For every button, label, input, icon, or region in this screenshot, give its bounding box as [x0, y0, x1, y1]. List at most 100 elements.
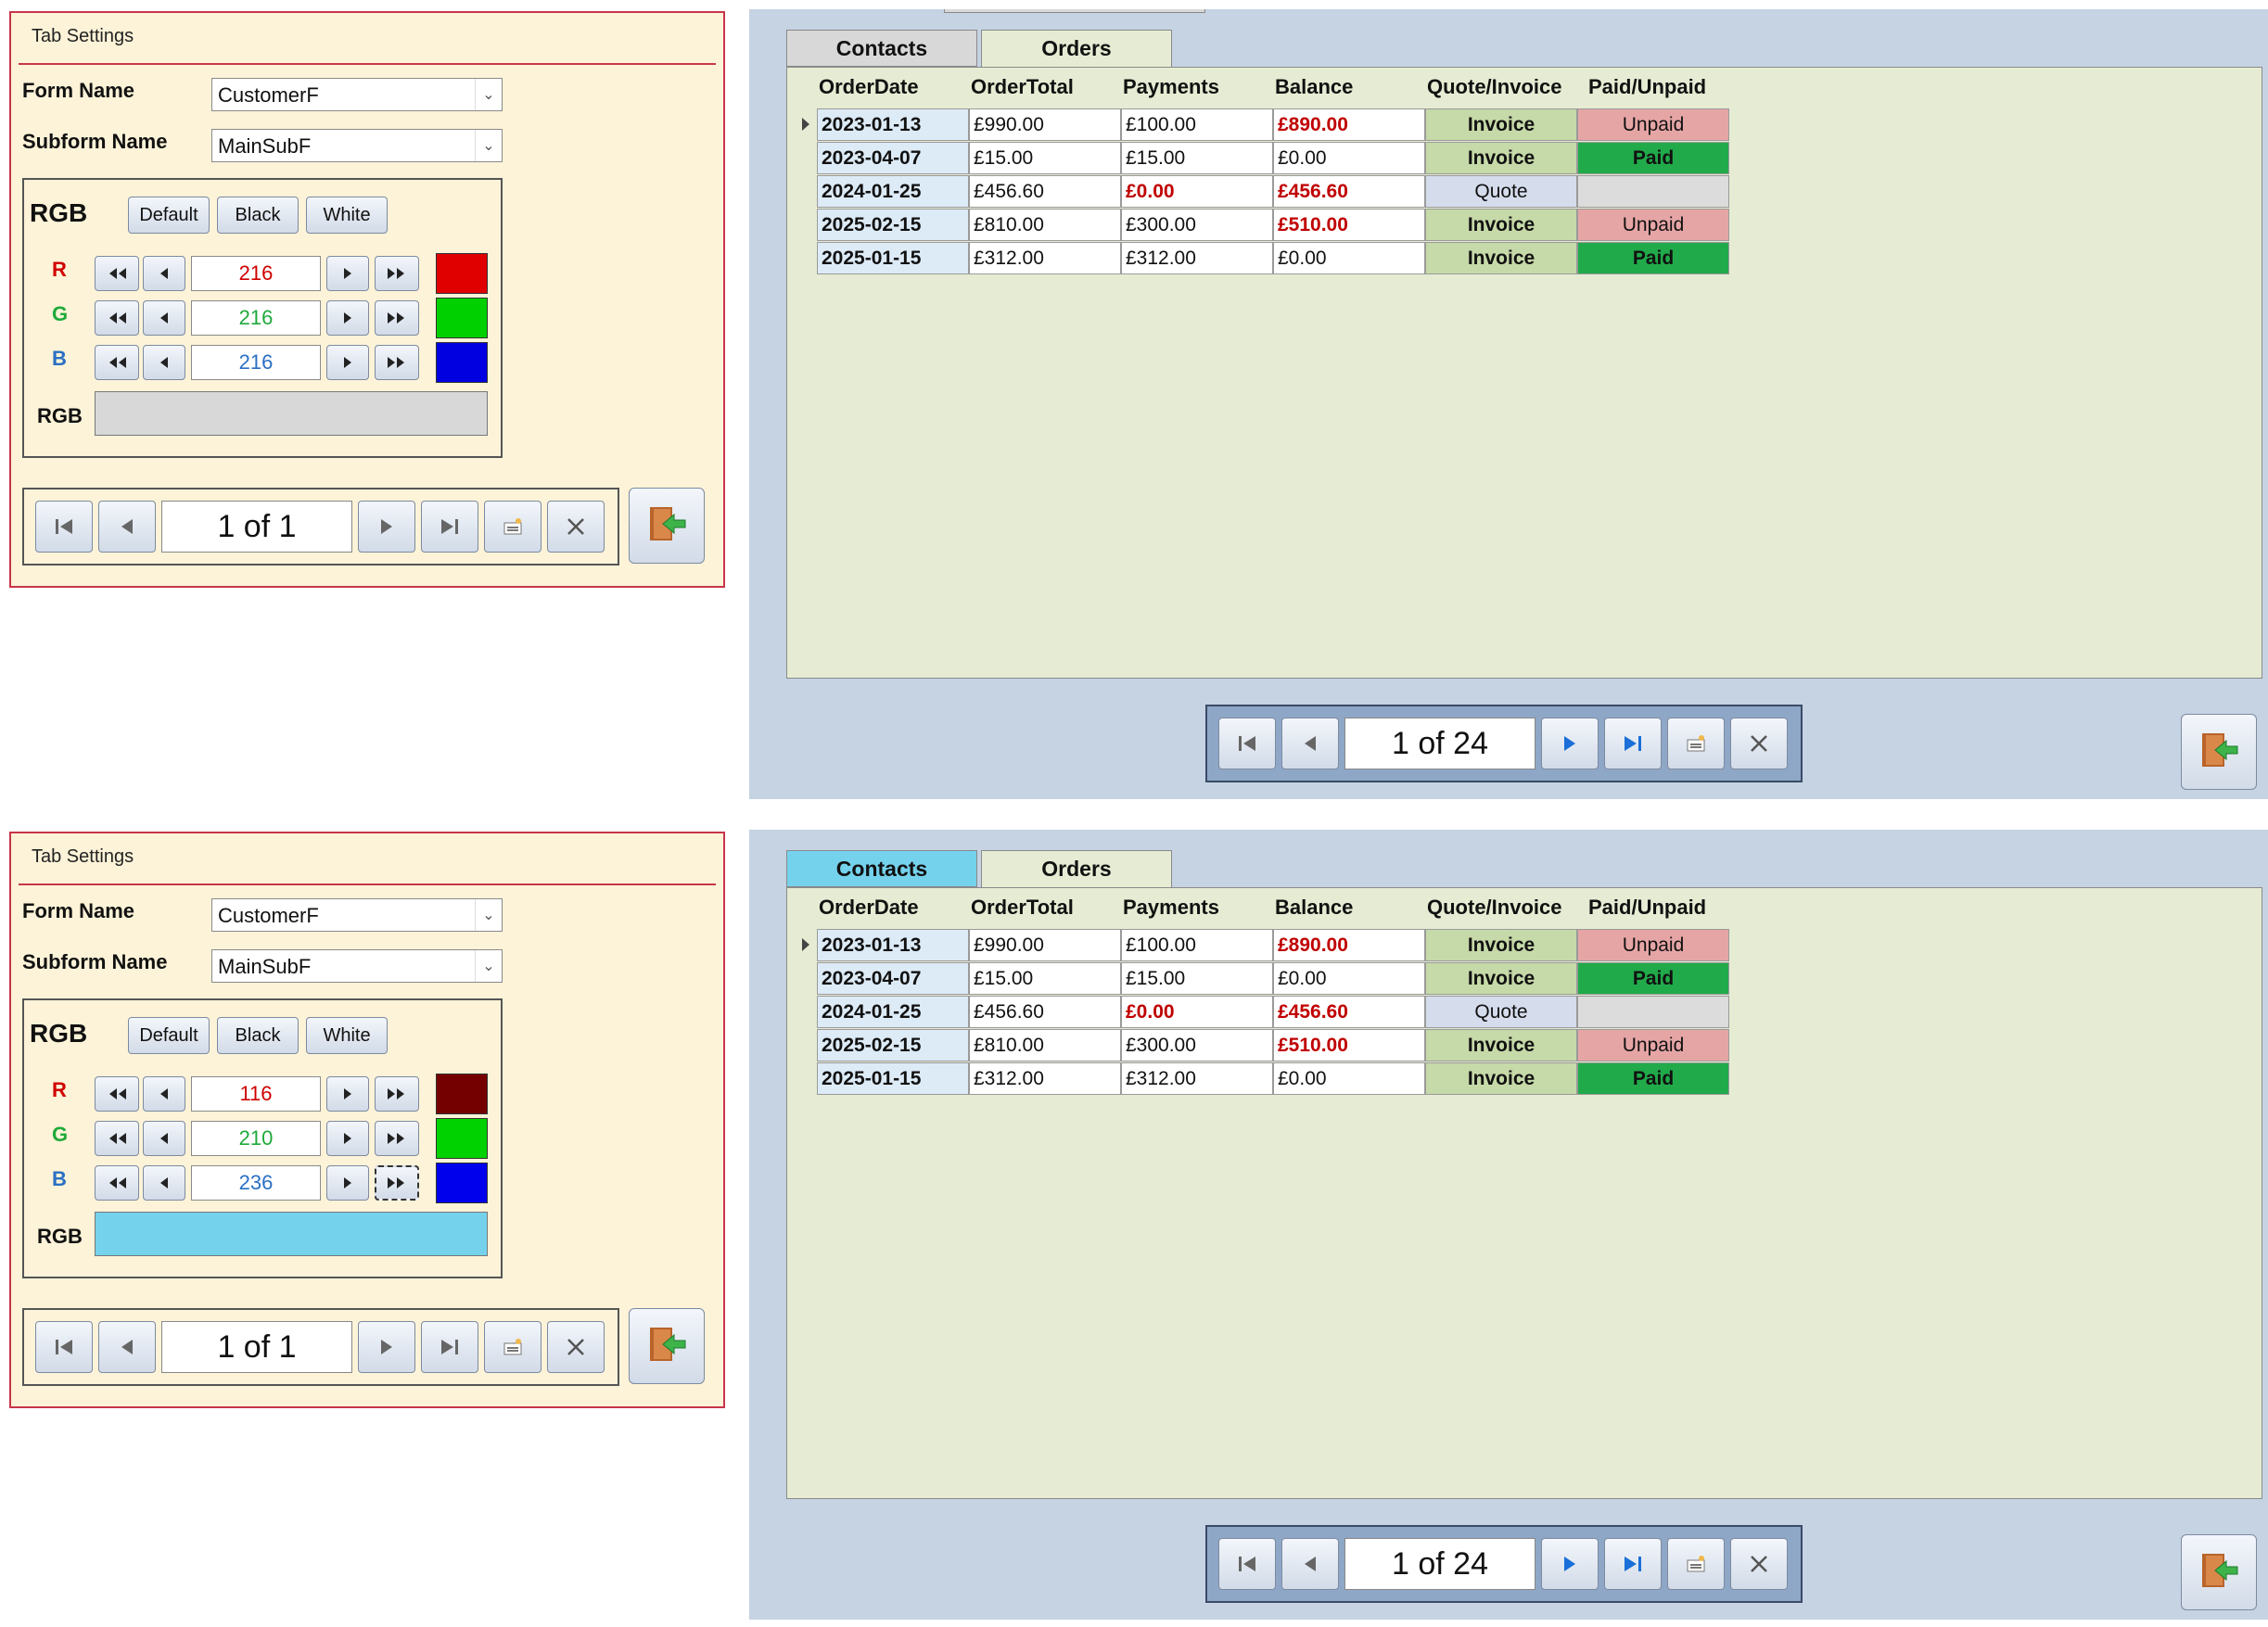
r-increase-button[interactable]: [326, 256, 369, 291]
r-increase-button[interactable]: [326, 1076, 369, 1112]
cell-payments[interactable]: £100.00: [1121, 108, 1273, 141]
record-selector-icon[interactable]: [796, 929, 815, 961]
cell-ordertotal[interactable]: £810.00: [969, 209, 1121, 241]
b-decrease-fast-button[interactable]: [95, 345, 139, 380]
g-decrease-button[interactable]: [143, 300, 185, 336]
b-increase-fast-button[interactable]: [375, 1165, 419, 1201]
cell-quote-invoice[interactable]: Invoice: [1425, 1062, 1577, 1095]
cell-paid-unpaid[interactable]: Unpaid: [1577, 929, 1729, 961]
cell-paid-unpaid[interactable]: Paid: [1577, 142, 1729, 174]
cell-ordertotal[interactable]: £810.00: [969, 1029, 1121, 1061]
b-increase-button[interactable]: [326, 345, 369, 380]
exit-button[interactable]: [2181, 714, 2257, 790]
previous-record-button[interactable]: [98, 501, 156, 553]
cell-balance[interactable]: £456.60: [1273, 175, 1425, 208]
chevron-down-icon[interactable]: ⌄: [475, 950, 502, 982]
g-increase-button[interactable]: [326, 300, 369, 336]
cell-orderdate[interactable]: 2025-01-15: [817, 1062, 969, 1095]
cell-balance[interactable]: £456.60: [1273, 996, 1425, 1028]
r-value[interactable]: 216: [191, 256, 321, 291]
cell-payments[interactable]: £300.00: [1121, 1029, 1273, 1061]
r-decrease-button[interactable]: [143, 1076, 185, 1112]
cell-paid-unpaid[interactable]: Unpaid: [1577, 209, 1729, 241]
form-name-combo[interactable]: CustomerF ⌄: [211, 78, 503, 111]
new-record-button[interactable]: [1667, 1538, 1725, 1590]
last-record-button[interactable]: [1604, 1538, 1662, 1590]
new-record-button[interactable]: [484, 501, 542, 553]
subform-name-combo[interactable]: MainSubF ⌄: [211, 949, 503, 983]
cell-balance[interactable]: £0.00: [1273, 142, 1425, 174]
black-button[interactable]: Black: [217, 197, 299, 234]
r-decrease-fast-button[interactable]: [95, 1076, 139, 1112]
cell-quote-invoice[interactable]: Invoice: [1425, 142, 1577, 174]
cell-payments[interactable]: £100.00: [1121, 929, 1273, 961]
cell-payments[interactable]: £0.00: [1121, 175, 1273, 208]
subform-name-combo[interactable]: MainSubF ⌄: [211, 129, 503, 162]
cell-ordertotal[interactable]: £15.00: [969, 962, 1121, 995]
chevron-down-icon[interactable]: ⌄: [475, 79, 502, 110]
cell-orderdate[interactable]: 2023-04-07: [817, 142, 969, 174]
record-counter[interactable]: 1 of 24: [1344, 718, 1535, 769]
white-button[interactable]: White: [306, 197, 388, 234]
tab-contacts[interactable]: Contacts: [786, 30, 977, 67]
g-value[interactable]: 216: [191, 300, 321, 336]
g-increase-button[interactable]: [326, 1121, 369, 1156]
b-decrease-fast-button[interactable]: [95, 1165, 139, 1201]
tab-contacts[interactable]: Contacts: [786, 850, 977, 887]
cell-quote-invoice[interactable]: Invoice: [1425, 962, 1577, 995]
first-record-button[interactable]: [1218, 718, 1276, 769]
cell-paid-unpaid[interactable]: Unpaid: [1577, 108, 1729, 141]
cell-quote-invoice[interactable]: Invoice: [1425, 242, 1577, 274]
record-selector-icon[interactable]: [796, 108, 815, 141]
cell-paid-unpaid[interactable]: [1577, 175, 1729, 208]
r-increase-fast-button[interactable]: [375, 256, 419, 291]
cell-payments[interactable]: £15.00: [1121, 962, 1273, 995]
cell-balance[interactable]: £0.00: [1273, 962, 1425, 995]
cell-quote-invoice[interactable]: Invoice: [1425, 209, 1577, 241]
cell-payments[interactable]: £312.00: [1121, 242, 1273, 274]
cell-orderdate[interactable]: 2023-04-07: [817, 962, 969, 995]
g-decrease-button[interactable]: [143, 1121, 185, 1156]
cell-ordertotal[interactable]: £15.00: [969, 142, 1121, 174]
b-value[interactable]: 236: [191, 1165, 321, 1201]
cell-ordertotal[interactable]: £456.60: [969, 175, 1121, 208]
cell-balance[interactable]: £890.00: [1273, 108, 1425, 141]
r-decrease-button[interactable]: [143, 256, 185, 291]
last-record-button[interactable]: [421, 1321, 478, 1373]
b-increase-fast-button[interactable]: [375, 345, 419, 380]
cell-ordertotal[interactable]: £990.00: [969, 929, 1121, 961]
default-button[interactable]: Default: [128, 197, 210, 234]
white-button[interactable]: White: [306, 1017, 388, 1054]
r-decrease-fast-button[interactable]: [95, 256, 139, 291]
b-increase-button[interactable]: [326, 1165, 369, 1201]
default-button[interactable]: Default: [128, 1017, 210, 1054]
cell-orderdate[interactable]: 2025-01-15: [817, 242, 969, 274]
chevron-down-icon[interactable]: ⌄: [475, 130, 502, 161]
b-value[interactable]: 216: [191, 345, 321, 380]
cell-ordertotal[interactable]: £456.60: [969, 996, 1121, 1028]
cell-payments[interactable]: £300.00: [1121, 209, 1273, 241]
form-name-combo[interactable]: CustomerF ⌄: [211, 898, 503, 932]
tab-orders[interactable]: Orders: [981, 850, 1172, 889]
delete-record-button[interactable]: [547, 501, 605, 553]
cell-ordertotal[interactable]: £312.00: [969, 1062, 1121, 1095]
next-record-button[interactable]: [1541, 1538, 1599, 1590]
cell-orderdate[interactable]: 2023-01-13: [817, 929, 969, 961]
first-record-button[interactable]: [35, 501, 93, 553]
cell-payments[interactable]: £15.00: [1121, 142, 1273, 174]
cell-quote-invoice[interactable]: Quote: [1425, 175, 1577, 208]
next-record-button[interactable]: [358, 501, 415, 553]
next-record-button[interactable]: [358, 1321, 415, 1373]
cell-paid-unpaid[interactable]: Paid: [1577, 242, 1729, 274]
exit-button[interactable]: [629, 1308, 705, 1384]
cell-balance[interactable]: £0.00: [1273, 242, 1425, 274]
b-decrease-button[interactable]: [143, 345, 185, 380]
cell-paid-unpaid[interactable]: Paid: [1577, 1062, 1729, 1095]
cell-balance[interactable]: £510.00: [1273, 209, 1425, 241]
new-record-button[interactable]: [484, 1321, 542, 1373]
cell-quote-invoice[interactable]: Invoice: [1425, 1029, 1577, 1061]
chevron-down-icon[interactable]: ⌄: [475, 899, 502, 931]
new-record-button[interactable]: [1667, 718, 1725, 769]
cell-orderdate[interactable]: 2023-01-13: [817, 108, 969, 141]
delete-record-button[interactable]: [1730, 1538, 1788, 1590]
